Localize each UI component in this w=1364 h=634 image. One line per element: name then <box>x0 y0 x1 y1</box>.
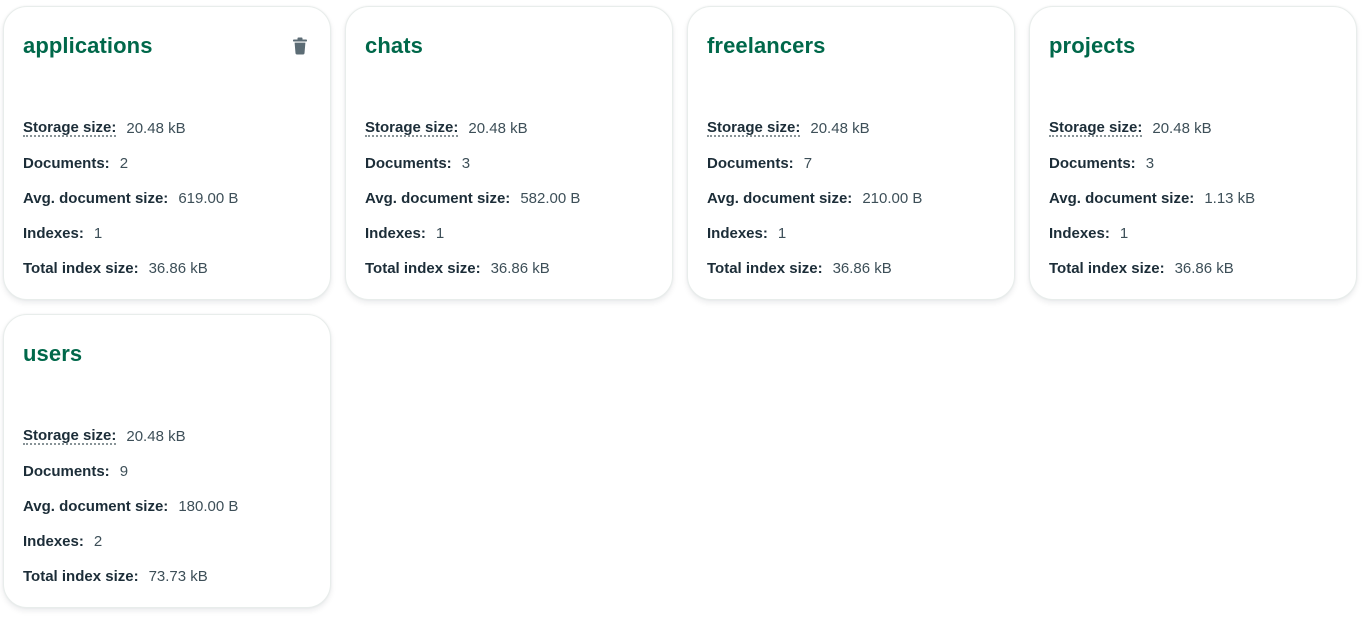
collection-stats: Storage size: 20.48 kB Documents: 2 Avg.… <box>23 120 238 295</box>
documents-row: Documents: 9 <box>23 463 238 498</box>
documents-value: 3 <box>461 155 471 172</box>
documents-label: Documents: <box>23 155 110 172</box>
collection-stats: Storage size: 20.48 kB Documents: 3 Avg.… <box>365 120 580 295</box>
indexes-value: 1 <box>777 225 787 242</box>
avg-document-size-value: 582.00 B <box>520 190 581 207</box>
avg-document-size-label: Avg. document size: <box>1049 190 1195 207</box>
documents-label: Documents: <box>365 155 452 172</box>
documents-value: 7 <box>803 155 813 172</box>
collection-card-projects[interactable]: projects Storage size: 20.48 kB Document… <box>1029 6 1357 300</box>
documents-row: Documents: 3 <box>365 155 580 190</box>
storage-size-row: Storage size: 20.48 kB <box>707 120 922 155</box>
indexes-label: Indexes: <box>365 225 426 242</box>
indexes-row: Indexes: 1 <box>23 225 238 260</box>
trash-icon[interactable] <box>290 35 310 57</box>
collection-card-users[interactable]: users Storage size: 20.48 kB Documents: … <box>3 314 331 608</box>
storage-size-label[interactable]: Storage size: <box>1049 120 1143 137</box>
total-index-size-value: 36.86 kB <box>490 260 550 277</box>
avg-document-size-value: 1.13 kB <box>1204 190 1256 207</box>
storage-size-row: Storage size: 20.48 kB <box>1049 120 1255 155</box>
avg-document-size-row: Avg. document size: 619.00 B <box>23 190 238 225</box>
documents-value: 3 <box>1145 155 1155 172</box>
indexes-row: Indexes: 2 <box>23 533 238 568</box>
avg-document-size-value: 210.00 B <box>862 190 923 207</box>
total-index-size-value: 73.73 kB <box>148 568 208 585</box>
indexes-value: 2 <box>93 533 103 550</box>
collection-card-applications[interactable]: applications Storage size: 20.48 kB Docu… <box>3 6 331 300</box>
avg-document-size-row: Avg. document size: 582.00 B <box>365 190 580 225</box>
indexes-row: Indexes: 1 <box>365 225 580 260</box>
documents-label: Documents: <box>23 463 110 480</box>
storage-size-row: Storage size: 20.48 kB <box>23 428 238 463</box>
storage-size-label[interactable]: Storage size: <box>23 120 117 137</box>
documents-label: Documents: <box>1049 155 1136 172</box>
indexes-label: Indexes: <box>707 225 768 242</box>
total-index-size-row: Total index size: 36.86 kB <box>707 260 922 295</box>
collection-card-freelancers[interactable]: freelancers Storage size: 20.48 kB Docum… <box>687 6 1015 300</box>
documents-row: Documents: 7 <box>707 155 922 190</box>
total-index-size-value: 36.86 kB <box>832 260 892 277</box>
avg-document-size-label: Avg. document size: <box>23 190 169 207</box>
documents-value: 9 <box>119 463 129 480</box>
indexes-row: Indexes: 1 <box>707 225 922 260</box>
documents-value: 2 <box>119 155 129 172</box>
collection-name[interactable]: freelancers <box>707 33 826 59</box>
indexes-label: Indexes: <box>1049 225 1110 242</box>
total-index-size-label: Total index size: <box>23 260 139 277</box>
indexes-value: 1 <box>93 225 103 242</box>
collection-stats: Storage size: 20.48 kB Documents: 3 Avg.… <box>1049 120 1255 295</box>
storage-size-row: Storage size: 20.48 kB <box>23 120 238 155</box>
storage-size-row: Storage size: 20.48 kB <box>365 120 580 155</box>
avg-document-size-label: Avg. document size: <box>23 498 169 515</box>
collection-stats: Storage size: 20.48 kB Documents: 9 Avg.… <box>23 428 238 603</box>
indexes-label: Indexes: <box>23 225 84 242</box>
collection-name[interactable]: applications <box>23 33 153 59</box>
collection-stats: Storage size: 20.48 kB Documents: 7 Avg.… <box>707 120 922 295</box>
avg-document-size-row: Avg. document size: 180.00 B <box>23 498 238 533</box>
collection-name[interactable]: chats <box>365 33 423 59</box>
storage-size-value: 20.48 kB <box>126 428 186 445</box>
total-index-size-label: Total index size: <box>707 260 823 277</box>
documents-row: Documents: 2 <box>23 155 238 190</box>
storage-size-value: 20.48 kB <box>1152 120 1212 137</box>
indexes-row: Indexes: 1 <box>1049 225 1255 260</box>
total-index-size-row: Total index size: 36.86 kB <box>365 260 580 295</box>
avg-document-size-value: 180.00 B <box>178 498 239 515</box>
total-index-size-label: Total index size: <box>23 568 139 585</box>
storage-size-label[interactable]: Storage size: <box>23 428 117 445</box>
documents-row: Documents: 3 <box>1049 155 1255 190</box>
avg-document-size-row: Avg. document size: 1.13 kB <box>1049 190 1255 225</box>
storage-size-value: 20.48 kB <box>810 120 870 137</box>
indexes-value: 1 <box>1119 225 1129 242</box>
avg-document-size-row: Avg. document size: 210.00 B <box>707 190 922 225</box>
total-index-size-row: Total index size: 36.86 kB <box>1049 260 1255 295</box>
total-index-size-label: Total index size: <box>365 260 481 277</box>
total-index-size-row: Total index size: 36.86 kB <box>23 260 238 295</box>
collections-grid: applications Storage size: 20.48 kB Docu… <box>0 0 1364 634</box>
collection-name[interactable]: projects <box>1049 33 1135 59</box>
indexes-value: 1 <box>435 225 445 242</box>
avg-document-size-label: Avg. document size: <box>707 190 853 207</box>
documents-label: Documents: <box>707 155 794 172</box>
collection-card-chats[interactable]: chats Storage size: 20.48 kB Documents: … <box>345 6 673 300</box>
total-index-size-row: Total index size: 73.73 kB <box>23 568 238 603</box>
indexes-label: Indexes: <box>23 533 84 550</box>
storage-size-value: 20.48 kB <box>126 120 186 137</box>
avg-document-size-label: Avg. document size: <box>365 190 511 207</box>
storage-size-label[interactable]: Storage size: <box>365 120 459 137</box>
total-index-size-value: 36.86 kB <box>1174 260 1234 277</box>
collection-name[interactable]: users <box>23 341 82 367</box>
avg-document-size-value: 619.00 B <box>178 190 239 207</box>
storage-size-value: 20.48 kB <box>468 120 528 137</box>
total-index-size-value: 36.86 kB <box>148 260 208 277</box>
total-index-size-label: Total index size: <box>1049 260 1165 277</box>
storage-size-label[interactable]: Storage size: <box>707 120 801 137</box>
